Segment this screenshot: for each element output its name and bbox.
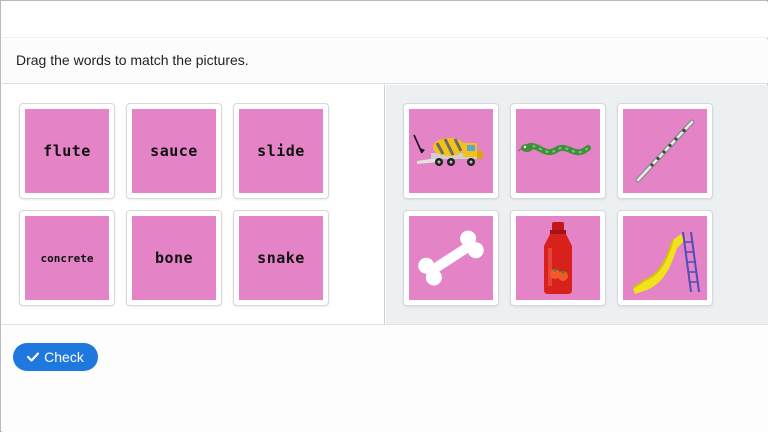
playground-slide-icon <box>632 231 700 294</box>
word-label: flute <box>43 142 91 160</box>
picture-card-flute[interactable] <box>617 103 713 199</box>
word-card-snake[interactable]: snake <box>233 210 329 306</box>
top-strip <box>2 2 768 38</box>
word-bank-panel: flute sauce slide concrete bone snake <box>2 85 385 324</box>
picture-card-snake[interactable] <box>510 103 606 199</box>
word-label: sauce <box>150 142 198 160</box>
picture-card-slide[interactable] <box>617 210 713 306</box>
word-card-concrete[interactable]: concrete <box>19 210 115 306</box>
word-label: concrete <box>40 251 94 265</box>
footer-area <box>2 324 768 432</box>
picture-card-concrete[interactable] <box>403 103 499 199</box>
concrete-mixer-truck-icon <box>413 134 483 166</box>
word-card-slide[interactable]: slide <box>233 103 329 199</box>
word-label: snake <box>257 249 305 267</box>
instruction-bar: Drag the words to match the pictures. <box>2 39 768 84</box>
picture-panel <box>386 85 768 324</box>
picture-card-bone[interactable] <box>403 210 499 306</box>
word-card-flute[interactable]: flute <box>19 103 115 199</box>
word-label: bone <box>154 249 194 267</box>
checkmark-icon <box>27 352 40 362</box>
instruction-text: Drag the words to match the pictures. <box>16 52 249 68</box>
bone-icon <box>418 230 484 286</box>
activity-frame: Drag the words to match the pictures. fl… <box>0 0 768 432</box>
picture-card-sauce[interactable] <box>510 210 606 306</box>
ketchup-bottle-icon <box>544 222 572 294</box>
word-card-sauce[interactable]: sauce <box>126 103 222 199</box>
word-label: slide <box>257 142 305 160</box>
flute-icon <box>635 119 695 183</box>
check-button-label: Check <box>44 349 84 365</box>
snake-icon <box>518 143 591 156</box>
check-button[interactable]: Check <box>13 343 98 371</box>
word-card-bone[interactable]: bone <box>126 210 222 306</box>
